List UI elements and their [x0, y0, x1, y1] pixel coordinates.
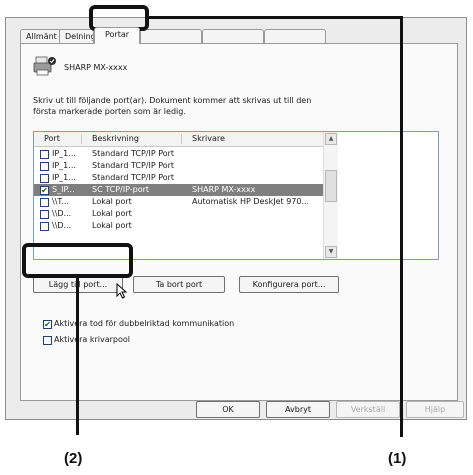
port-cell: S_IP... [52, 185, 75, 194]
port-checkbox[interactable] [40, 150, 49, 159]
port-checkbox[interactable] [40, 210, 49, 219]
column-divider[interactable] [81, 134, 82, 144]
port-list[interactable]: Port Beskrivning Skrivare IP_1... Standar… [33, 131, 439, 260]
table-row[interactable]: IP_1... Standard TCP/IP Port [34, 148, 323, 160]
scroll-up-icon[interactable]: ▲ [325, 133, 337, 145]
column-description[interactable]: Beskrivning [92, 134, 139, 143]
port-cell: IP_1... [52, 173, 76, 182]
tab-hidden-2[interactable] [202, 29, 264, 43]
tab-hidden-1[interactable] [140, 29, 202, 43]
port-cell: IP_1... [52, 161, 76, 170]
callout-2-leader [76, 278, 79, 435]
description-cell: Lokal port [92, 209, 132, 218]
callout-1-label: (1) [388, 450, 407, 467]
scroll-thumb[interactable] [325, 170, 337, 202]
printer-properties-dialog: Allmänt Delning Portar SHARP MX-xxxx Skr… [5, 17, 467, 420]
tab-hidden-3[interactable] [264, 29, 326, 43]
printer-icon [33, 55, 57, 77]
printer-pool-checkbox[interactable] [43, 336, 52, 345]
description-cell: Standard TCP/IP Port [92, 173, 175, 182]
configure-port-button[interactable]: Konfigurera port... [239, 276, 339, 293]
description-line-1: Skriv ut till följande port(ar). Dokumen… [33, 96, 312, 105]
callout-1-leader-horizontal [149, 16, 402, 19]
ports-panel: SHARP MX-xxxx Skriv ut till följande por… [20, 43, 458, 401]
printer-cell: Automatisk HP DeskJet 970... [192, 197, 310, 206]
printer-pool-label: Aktivera krivarpool [54, 335, 131, 344]
printer-name: SHARP MX-xxxx [64, 63, 128, 72]
description-line-2: första markerade porten som är ledig. [33, 107, 186, 116]
delete-port-button[interactable]: Ta bort port [133, 276, 225, 293]
tab-sharing[interactable]: Delning [59, 29, 94, 43]
ok-button[interactable]: OK [196, 401, 260, 418]
table-row[interactable]: \\T... Lokal port Automatisk HP DeskJet 97… [34, 196, 323, 208]
port-checkbox[interactable] [40, 162, 49, 171]
table-row[interactable]: ✔ S_IP... SC TCP/IP-port SHARP MX-xxxx [34, 184, 323, 196]
description-cell: SC TCP/IP-port [92, 185, 150, 194]
cancel-button[interactable]: Avbryt [266, 401, 330, 418]
description-cell: Standard TCP/IP Port [92, 149, 175, 158]
port-checkbox[interactable] [40, 174, 49, 183]
table-row[interactable]: IP_1... Standard TCP/IP Port [34, 160, 323, 172]
column-port[interactable]: Port [44, 134, 60, 143]
printer-cell: SHARP MX-xxxx [192, 185, 256, 194]
port-cell: \\T... [52, 197, 69, 206]
bidirectional-checkbox[interactable]: ✔ [43, 320, 52, 329]
port-cell: IP_1... [52, 149, 76, 158]
bidirectional-label: Aktivera tod för dubbelriktad kommunikat… [54, 319, 235, 328]
tab-ports[interactable]: Portar [94, 27, 140, 44]
ports-description: Skriv ut till följande port(ar). Dokumen… [33, 95, 453, 117]
port-cell: \\D... [52, 209, 72, 218]
description-cell: Lokal port [92, 197, 132, 206]
port-checkbox[interactable] [40, 222, 49, 231]
scroll-down-icon[interactable]: ▼ [325, 246, 337, 258]
description-cell: Lokal port [92, 221, 132, 230]
port-checkbox[interactable]: ✔ [40, 186, 49, 195]
add-port-highlight [22, 243, 133, 278]
description-cell: Standard TCP/IP Port [92, 161, 175, 170]
callout-2-label: (2) [64, 450, 83, 467]
port-checkbox[interactable] [40, 198, 49, 207]
tab-general[interactable]: Allmänt [20, 29, 63, 43]
port-list-header: Port Beskrivning Skrivare [34, 132, 323, 147]
column-printer[interactable]: Skrivare [192, 134, 225, 143]
port-list-scrollbar[interactable]: ▲ ▼ [323, 132, 338, 259]
apply-button[interactable]: Verkställ [336, 401, 400, 418]
column-divider[interactable] [181, 134, 182, 144]
port-cell: \\D... [52, 221, 72, 230]
table-row[interactable]: \\D... Lokal port [34, 208, 323, 220]
mouse-cursor-icon [116, 283, 128, 299]
callout-1-leader-vertical [400, 16, 403, 437]
help-button[interactable]: Hjälp [406, 401, 464, 418]
table-row[interactable]: IP_1... Standard TCP/IP Port [34, 172, 323, 184]
table-row[interactable]: \\D... Lokal port [34, 220, 323, 232]
